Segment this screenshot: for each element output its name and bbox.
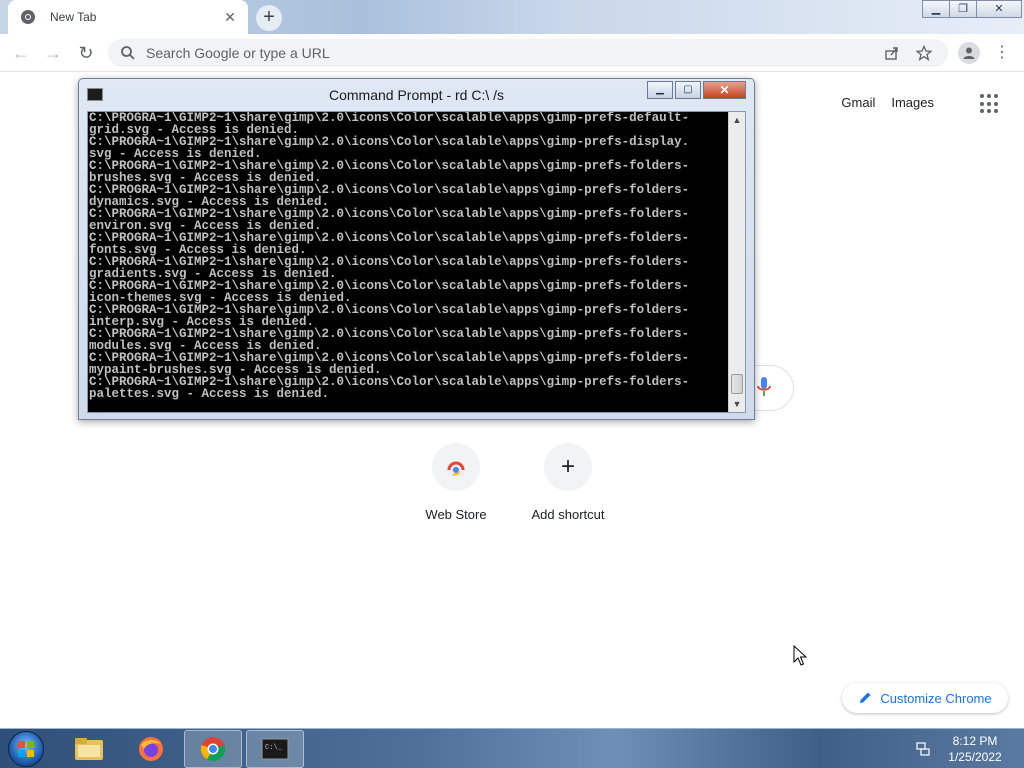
mouse-cursor-icon (793, 645, 807, 666)
tab-close-icon[interactable]: ✕ (222, 9, 238, 26)
google-apps-icon[interactable] (980, 94, 1000, 114)
taskbar-explorer[interactable] (60, 730, 118, 768)
chrome-icon (200, 737, 226, 762)
cmd-maximize-button[interactable]: ▢ (675, 81, 701, 99)
taskbar-chrome[interactable] (184, 730, 242, 768)
taskbar-clock[interactable]: 8:12 PM 1/25/2022 (940, 733, 1010, 765)
firefox-icon (139, 737, 163, 761)
folder-icon (75, 738, 103, 760)
network-icon[interactable] (915, 741, 931, 757)
plus-icon: + (560, 453, 575, 480)
windows-taskbar: C:\_ 8:12 PM 1/25/2022 (0, 728, 1024, 768)
cmd-titlebar[interactable]: Command Prompt - rd C:\ /s ▁ ▢ ✕ (79, 79, 754, 109)
share-icon[interactable] (884, 45, 900, 61)
clock-date: 1/25/2022 (948, 750, 1002, 764)
reload-icon[interactable]: ↻ (75, 42, 97, 64)
taskbar-firefox[interactable] (122, 730, 180, 768)
webstore-icon (447, 461, 465, 476)
scroll-up-arrow-icon[interactable]: ▲ (729, 112, 745, 128)
cmd-close-button[interactable]: ✕ (703, 81, 746, 99)
kebab-menu-icon[interactable]: ⋮ (994, 42, 1010, 64)
search-icon (121, 46, 135, 60)
close-window-button[interactable]: ✕ (976, 0, 1022, 18)
start-button[interactable] (8, 731, 44, 767)
cmd-minimize-button[interactable]: ▁ (647, 81, 673, 99)
customize-chrome-label: Customize Chrome (880, 690, 992, 706)
tab-title: New Tab (50, 10, 97, 24)
forward-arrow-icon[interactable]: → (42, 42, 64, 64)
microphone-icon[interactable] (755, 376, 773, 398)
scroll-down-arrow-icon[interactable]: ▼ (729, 396, 745, 412)
shortcut-add[interactable]: + Add shortcut (513, 443, 623, 522)
tab-strip: New Tab ✕ + ▁ ❐ ✕ (0, 0, 1024, 34)
customize-chrome-button[interactable]: Customize Chrome (842, 683, 1008, 713)
cmd-icon: C:\_ (261, 738, 289, 760)
cmd-console[interactable]: C:\PROGRA~1\GIMP2~1\share\gimp\2.0\icons… (87, 111, 746, 413)
back-arrow-icon[interactable]: ← (10, 42, 32, 64)
windows-logo-icon (18, 741, 34, 757)
gmail-link[interactable]: Gmail (841, 95, 875, 110)
person-icon (963, 47, 975, 59)
cmd-scrollbar[interactable]: ▲ ▼ (728, 112, 745, 412)
omnibox-input[interactable] (146, 45, 884, 61)
cmd-output-line: palettes.svg - Access is denied. (89, 387, 330, 401)
shortcut-web-store[interactable]: Web Store (401, 443, 511, 522)
minimize-button[interactable]: ▁ (922, 0, 950, 18)
new-tab-button[interactable]: + (256, 5, 282, 31)
restore-button[interactable]: ❐ (949, 0, 977, 18)
ntp-header-links: Gmail Images (841, 95, 934, 110)
clock-time: 8:12 PM (952, 734, 998, 748)
omnibox[interactable] (108, 39, 948, 67)
shortcut-icon-circle: + (544, 443, 592, 491)
scroll-thumb[interactable] (731, 374, 743, 394)
cmd-output: C:\PROGRA~1\GIMP2~1\share\gimp\2.0\icons… (89, 112, 729, 412)
svg-text:C:\_: C:\_ (265, 744, 283, 752)
shortcut-label: Add shortcut (531, 507, 605, 522)
tab-new-tab[interactable]: New Tab ✕ (8, 0, 248, 34)
command-prompt-window[interactable]: Command Prompt - rd C:\ /s ▁ ▢ ✕ C:\PROG… (78, 78, 755, 420)
pencil-icon (860, 692, 871, 703)
taskbar-cmd[interactable]: C:\_ (246, 730, 304, 768)
bookmark-star-icon[interactable] (916, 45, 932, 61)
chrome-favicon-icon (21, 10, 35, 24)
shortcut-label: Web Store (425, 507, 487, 522)
browser-toolbar: ← → ↻ ⋮ (0, 34, 1024, 72)
images-link[interactable]: Images (891, 95, 934, 110)
shortcut-icon-circle (432, 443, 480, 491)
profile-avatar[interactable] (958, 42, 980, 64)
